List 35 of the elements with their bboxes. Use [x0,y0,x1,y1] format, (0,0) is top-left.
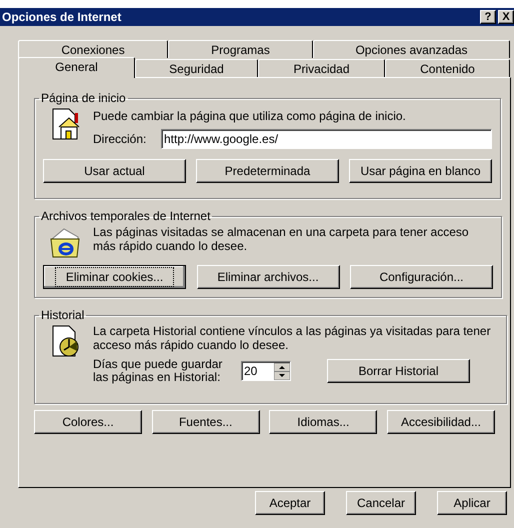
tab[interactable]: Seguridad [135,59,258,77]
tab[interactable]: Contenido [385,59,510,77]
button[interactable]: Configuración... [350,265,493,289]
button[interactable]: Eliminar archivos... [196,265,340,289]
button[interactable]: Idiomas... [269,410,378,434]
button[interactable]: Fuentes... [152,410,260,434]
description-text: Las páginas visitadas se almacenan en una carpeta para tener acceso más rápido cuando lo desee. [93,225,470,255]
address-field[interactable]: http://www.google.es/ [161,129,492,149]
close-button[interactable]: X [498,10,514,24]
window-title: Opciones de Internet [2,9,122,26]
tab[interactable]: Programas [168,40,313,58]
days-spinner[interactable]: 20 [241,361,291,381]
description-text: La carpeta Historial contiene vínculos a las páginas ya visitadas para tener acceso más rápido cuando lo desee. [93,324,492,352]
button[interactable]: Accesibilidad... [386,410,495,434]
button[interactable]: Colores... [34,410,142,434]
tab[interactable]: Privacidad [258,59,385,77]
field-label: Días que puede guardar las páginas en Historial: [93,358,224,384]
field-label: Dirección: [93,131,148,148]
button[interactable]: Usar actual [43,159,186,183]
button[interactable]: Aceptar [255,491,325,515]
description-text: Puede cambiar la página que utiliza como página de inicio. [93,108,407,125]
button[interactable]: Usar página en blanco [349,159,492,183]
tab[interactable]: Conexiones [18,40,168,58]
tab[interactable]: General [18,57,135,78]
button[interactable]: Eliminar cookies... [43,265,186,289]
button[interactable]: Cancelar [346,491,416,515]
group-title: Archivos temporales de Internet [40,208,212,225]
clear-history-button[interactable]: Borrar Historial [327,359,470,383]
group-title: Historial [40,307,86,324]
group-title: Página de inicio [40,90,127,107]
spin-arrows-icon [274,362,290,380]
button[interactable]: Predeterminada [196,159,339,183]
tab[interactable]: Opciones avanzadas [313,40,510,58]
button[interactable]: Aplicar [437,491,507,515]
help-button[interactable]: ? [480,10,496,24]
